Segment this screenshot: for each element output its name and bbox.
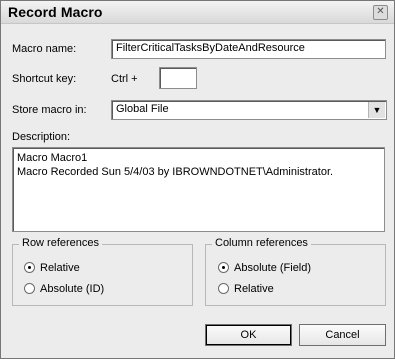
macro-name-input[interactable]: FilterCriticalTasksByDateAndResource bbox=[111, 39, 386, 59]
row-absolute-label: Absolute (ID) bbox=[40, 283, 105, 295]
description-line-1: Macro Macro1 bbox=[17, 152, 88, 164]
column-references-title: Column references bbox=[212, 237, 311, 249]
shortcut-key-label: Shortcut key: bbox=[12, 73, 77, 85]
radio-unselected-icon bbox=[218, 283, 229, 294]
row-relative-radio[interactable]: Relative bbox=[24, 262, 80, 274]
column-references-group: Column references Absolute (Field) Relat… bbox=[205, 237, 386, 306]
col-relative-radio[interactable]: Relative bbox=[218, 283, 274, 295]
col-relative-label: Relative bbox=[234, 283, 274, 295]
radio-selected-icon bbox=[24, 262, 35, 273]
shortcut-key-input[interactable] bbox=[159, 67, 197, 89]
description-line-2: Macro Recorded Sun 5/4/03 by IBROWNDOTNE… bbox=[17, 166, 334, 178]
radio-selected-icon bbox=[218, 262, 229, 273]
col-absolute-label: Absolute (Field) bbox=[234, 262, 312, 274]
row-absolute-radio[interactable]: Absolute (ID) bbox=[24, 283, 104, 295]
chevron-down-icon[interactable]: ▼ bbox=[368, 102, 385, 118]
store-macro-label: Store macro in: bbox=[12, 104, 87, 116]
shortcut-ctrl-label: Ctrl + bbox=[111, 73, 138, 85]
store-macro-value: Global File bbox=[116, 103, 169, 115]
dialog-title: Record Macro bbox=[8, 4, 103, 20]
row-relative-label: Relative bbox=[40, 262, 80, 274]
row-references-title: Row references bbox=[19, 237, 103, 249]
close-icon[interactable]: ✕ bbox=[373, 5, 388, 20]
cancel-button[interactable]: Cancel bbox=[299, 324, 386, 346]
record-macro-dialog: Record Macro ✕ Macro name: FilterCritica… bbox=[0, 0, 395, 359]
store-macro-select[interactable]: Global File ▼ bbox=[111, 100, 387, 120]
row-references-group: Row references Relative Absolute (ID) bbox=[12, 237, 193, 306]
macro-name-label: Macro name: bbox=[12, 43, 77, 55]
description-label: Description: bbox=[12, 131, 71, 143]
description-textarea[interactable]: Macro Macro1 Macro Recorded Sun 5/4/03 b… bbox=[12, 147, 385, 232]
col-absolute-radio[interactable]: Absolute (Field) bbox=[218, 262, 311, 274]
title-bar: Record Macro ✕ bbox=[1, 1, 394, 24]
radio-unselected-icon bbox=[24, 283, 35, 294]
ok-button[interactable]: OK bbox=[205, 324, 292, 346]
